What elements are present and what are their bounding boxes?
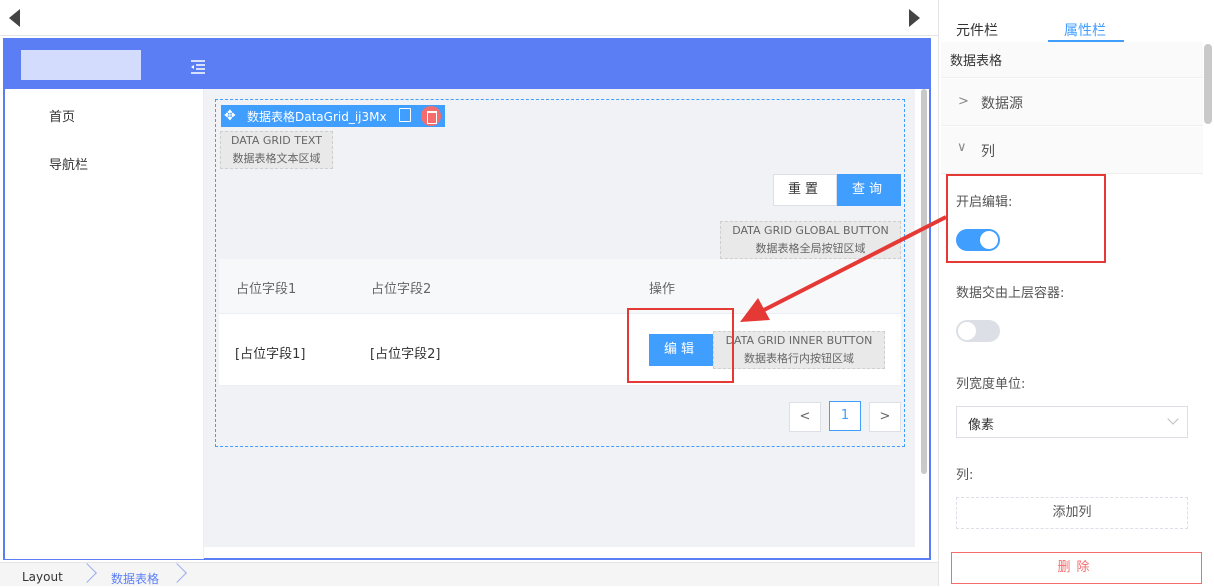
app-header xyxy=(5,40,929,89)
zone-subtitle: 数据表格行内按钮区域 xyxy=(744,352,854,365)
section-label: 列 xyxy=(981,144,995,160)
query-button[interactable]: 查询 xyxy=(837,174,901,206)
reset-button[interactable]: 重置 xyxy=(773,174,837,206)
tab-components[interactable]: 元件栏 xyxy=(956,20,998,40)
breadcrumb-item-datagrid[interactable]: 数据表格 xyxy=(111,570,159,587)
table-header xyxy=(219,259,901,314)
menu-fold-icon[interactable] xyxy=(190,60,206,74)
annotation-highlight-enable-edit xyxy=(946,174,1106,263)
panel-scrollbar[interactable] xyxy=(1204,44,1212,124)
table-cell: [占位字段1] xyxy=(235,347,306,362)
columns-label: 列: xyxy=(956,468,974,483)
datagrid-inner-button-zone[interactable]: DATA GRID INNER BUTTON 数据表格行内按钮区域 xyxy=(713,331,885,369)
scroll-right-arrow-icon[interactable] xyxy=(909,9,920,27)
zone-title: DATA GRID GLOBAL BUTTON xyxy=(732,224,889,237)
column-header: 占位字段2 xyxy=(371,282,432,297)
logo-placeholder xyxy=(21,50,141,80)
delete-icon[interactable] xyxy=(421,106,441,126)
pagination-next-button[interactable]: > xyxy=(869,402,901,432)
section-columns[interactable]: ∨ 列 xyxy=(941,127,1203,174)
toggle-knob xyxy=(958,322,976,340)
nav-item-navbar[interactable]: 导航栏 xyxy=(49,154,88,173)
canvas-scrollbar[interactable] xyxy=(921,89,927,474)
datagrid-text-zone[interactable]: DATA GRID TEXT 数据表格文本区域 xyxy=(220,131,333,169)
chevron-right-icon: > xyxy=(958,94,969,109)
zone-subtitle: 数据表格全局按钮区域 xyxy=(755,242,866,255)
scroll-left-arrow-icon[interactable] xyxy=(9,9,20,27)
move-icon[interactable]: ✥ xyxy=(224,108,236,124)
chevron-down-icon xyxy=(1167,413,1179,425)
datagrid-component-toolbar[interactable]: ✥ 数据表格DataGrid_ij3Mx xyxy=(221,105,445,127)
side-nav xyxy=(5,89,204,559)
zone-title: DATA GRID TEXT xyxy=(231,134,322,147)
annotation-highlight-edit-button xyxy=(627,308,734,383)
canvas-top-bar xyxy=(0,0,938,36)
width-unit-select[interactable]: 像素 xyxy=(956,406,1188,438)
copy-icon[interactable] xyxy=(399,108,411,122)
tab-properties[interactable]: 属性栏 xyxy=(1064,20,1106,40)
parent-container-toggle[interactable] xyxy=(956,320,1000,342)
pagination-page-button[interactable]: 1 xyxy=(829,401,861,431)
table-cell: [占位字段2] xyxy=(370,347,441,362)
zone-subtitle: 数据表格文本区域 xyxy=(232,152,321,165)
pagination-prev-button[interactable]: < xyxy=(789,402,821,432)
zone-title: DATA GRID INNER BUTTON xyxy=(725,334,873,347)
section-datasource[interactable]: > 数据源 xyxy=(941,79,1203,126)
delete-component-button[interactable]: 删除 xyxy=(951,552,1202,584)
datagrid-component-name: 数据表格DataGrid_ij3Mx xyxy=(247,110,387,124)
datagrid-global-button-zone[interactable]: DATA GRID GLOBAL BUTTON 数据表格全局按钮区域 xyxy=(720,221,901,259)
panel-title: 数据表格 xyxy=(950,54,1003,69)
width-unit-label: 列宽度单位: xyxy=(956,377,1026,392)
section-label: 数据源 xyxy=(981,96,1023,112)
column-header-actions: 操作 xyxy=(649,282,676,297)
chevron-down-icon: ∨ xyxy=(957,140,967,155)
nav-item-home[interactable]: 首页 xyxy=(49,106,75,125)
add-column-button[interactable]: 添加列 xyxy=(956,497,1188,529)
breadcrumb-item-layout[interactable]: Layout xyxy=(22,570,63,584)
parent-container-label: 数据交由上层容器: xyxy=(956,286,1065,301)
select-value: 像素 xyxy=(968,418,995,433)
column-header: 占位字段1 xyxy=(236,282,297,297)
